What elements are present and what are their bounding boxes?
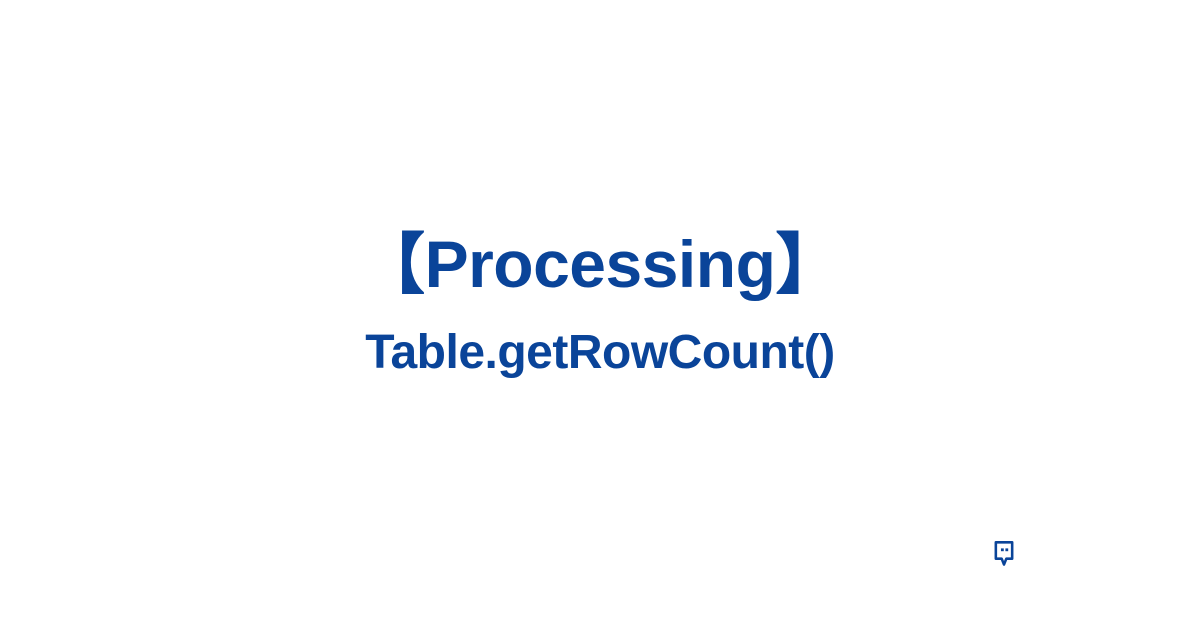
page-subtitle: Table.getRowCount() <box>365 325 835 380</box>
brand-icon <box>990 540 1018 568</box>
page-title: 【Processing】 <box>359 211 841 307</box>
main-content: 【Processing】 Table.getRowCount() <box>359 211 841 380</box>
